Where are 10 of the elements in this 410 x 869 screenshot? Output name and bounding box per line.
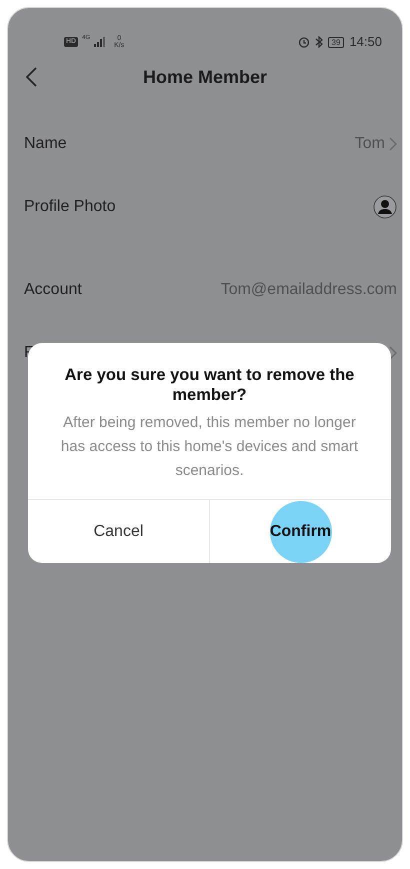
row-value: Tom <box>354 134 385 154</box>
row-label: Profile Photo <box>24 196 116 216</box>
dialog-message: After being removed, this member no longer has access to this home's devices and smart scenarios. <box>60 413 360 481</box>
row-value: Tom@emailaddress.com <box>220 280 397 300</box>
status-time: 14:50 <box>349 33 382 52</box>
row-label: Name <box>24 134 67 154</box>
battery-indicator: 39 <box>328 36 344 48</box>
dialog-title: Are you sure you want to remove the member? <box>64 365 356 405</box>
row-label: Account <box>24 280 82 300</box>
page-title: Home Member <box>142 66 268 88</box>
